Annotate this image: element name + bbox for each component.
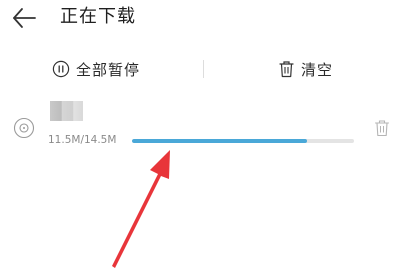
clear-button[interactable]: 清空 [278, 58, 333, 80]
trash-icon [374, 120, 390, 137]
download-progress-bar [132, 139, 354, 143]
header-bar: 正在下载 [0, 0, 400, 38]
clear-label: 清空 [301, 60, 334, 79]
arrow-left-icon [13, 8, 36, 28]
disc-icon [13, 117, 35, 139]
item-thumbnail [50, 101, 83, 121]
download-progress-fill [132, 139, 308, 143]
divider [203, 60, 204, 78]
pause-all-button[interactable]: 全部暂停 [52, 58, 140, 80]
download-item[interactable]: 11.5M/14.5M [0, 96, 400, 156]
trash-icon [279, 61, 294, 78]
pause-circle-icon [52, 60, 70, 78]
pause-all-label: 全部暂停 [76, 60, 141, 79]
page-title: 正在下载 [60, 6, 136, 27]
download-page: 正在下载 全部暂停 清空 11.5M/14.5M [0, 0, 400, 269]
annotation-arrow [112, 150, 170, 268]
download-size: 11.5M/14.5M [48, 134, 117, 146]
delete-item-button[interactable] [374, 119, 390, 137]
action-bar: 全部暂停 清空 [0, 52, 400, 86]
back-button[interactable] [10, 5, 38, 31]
